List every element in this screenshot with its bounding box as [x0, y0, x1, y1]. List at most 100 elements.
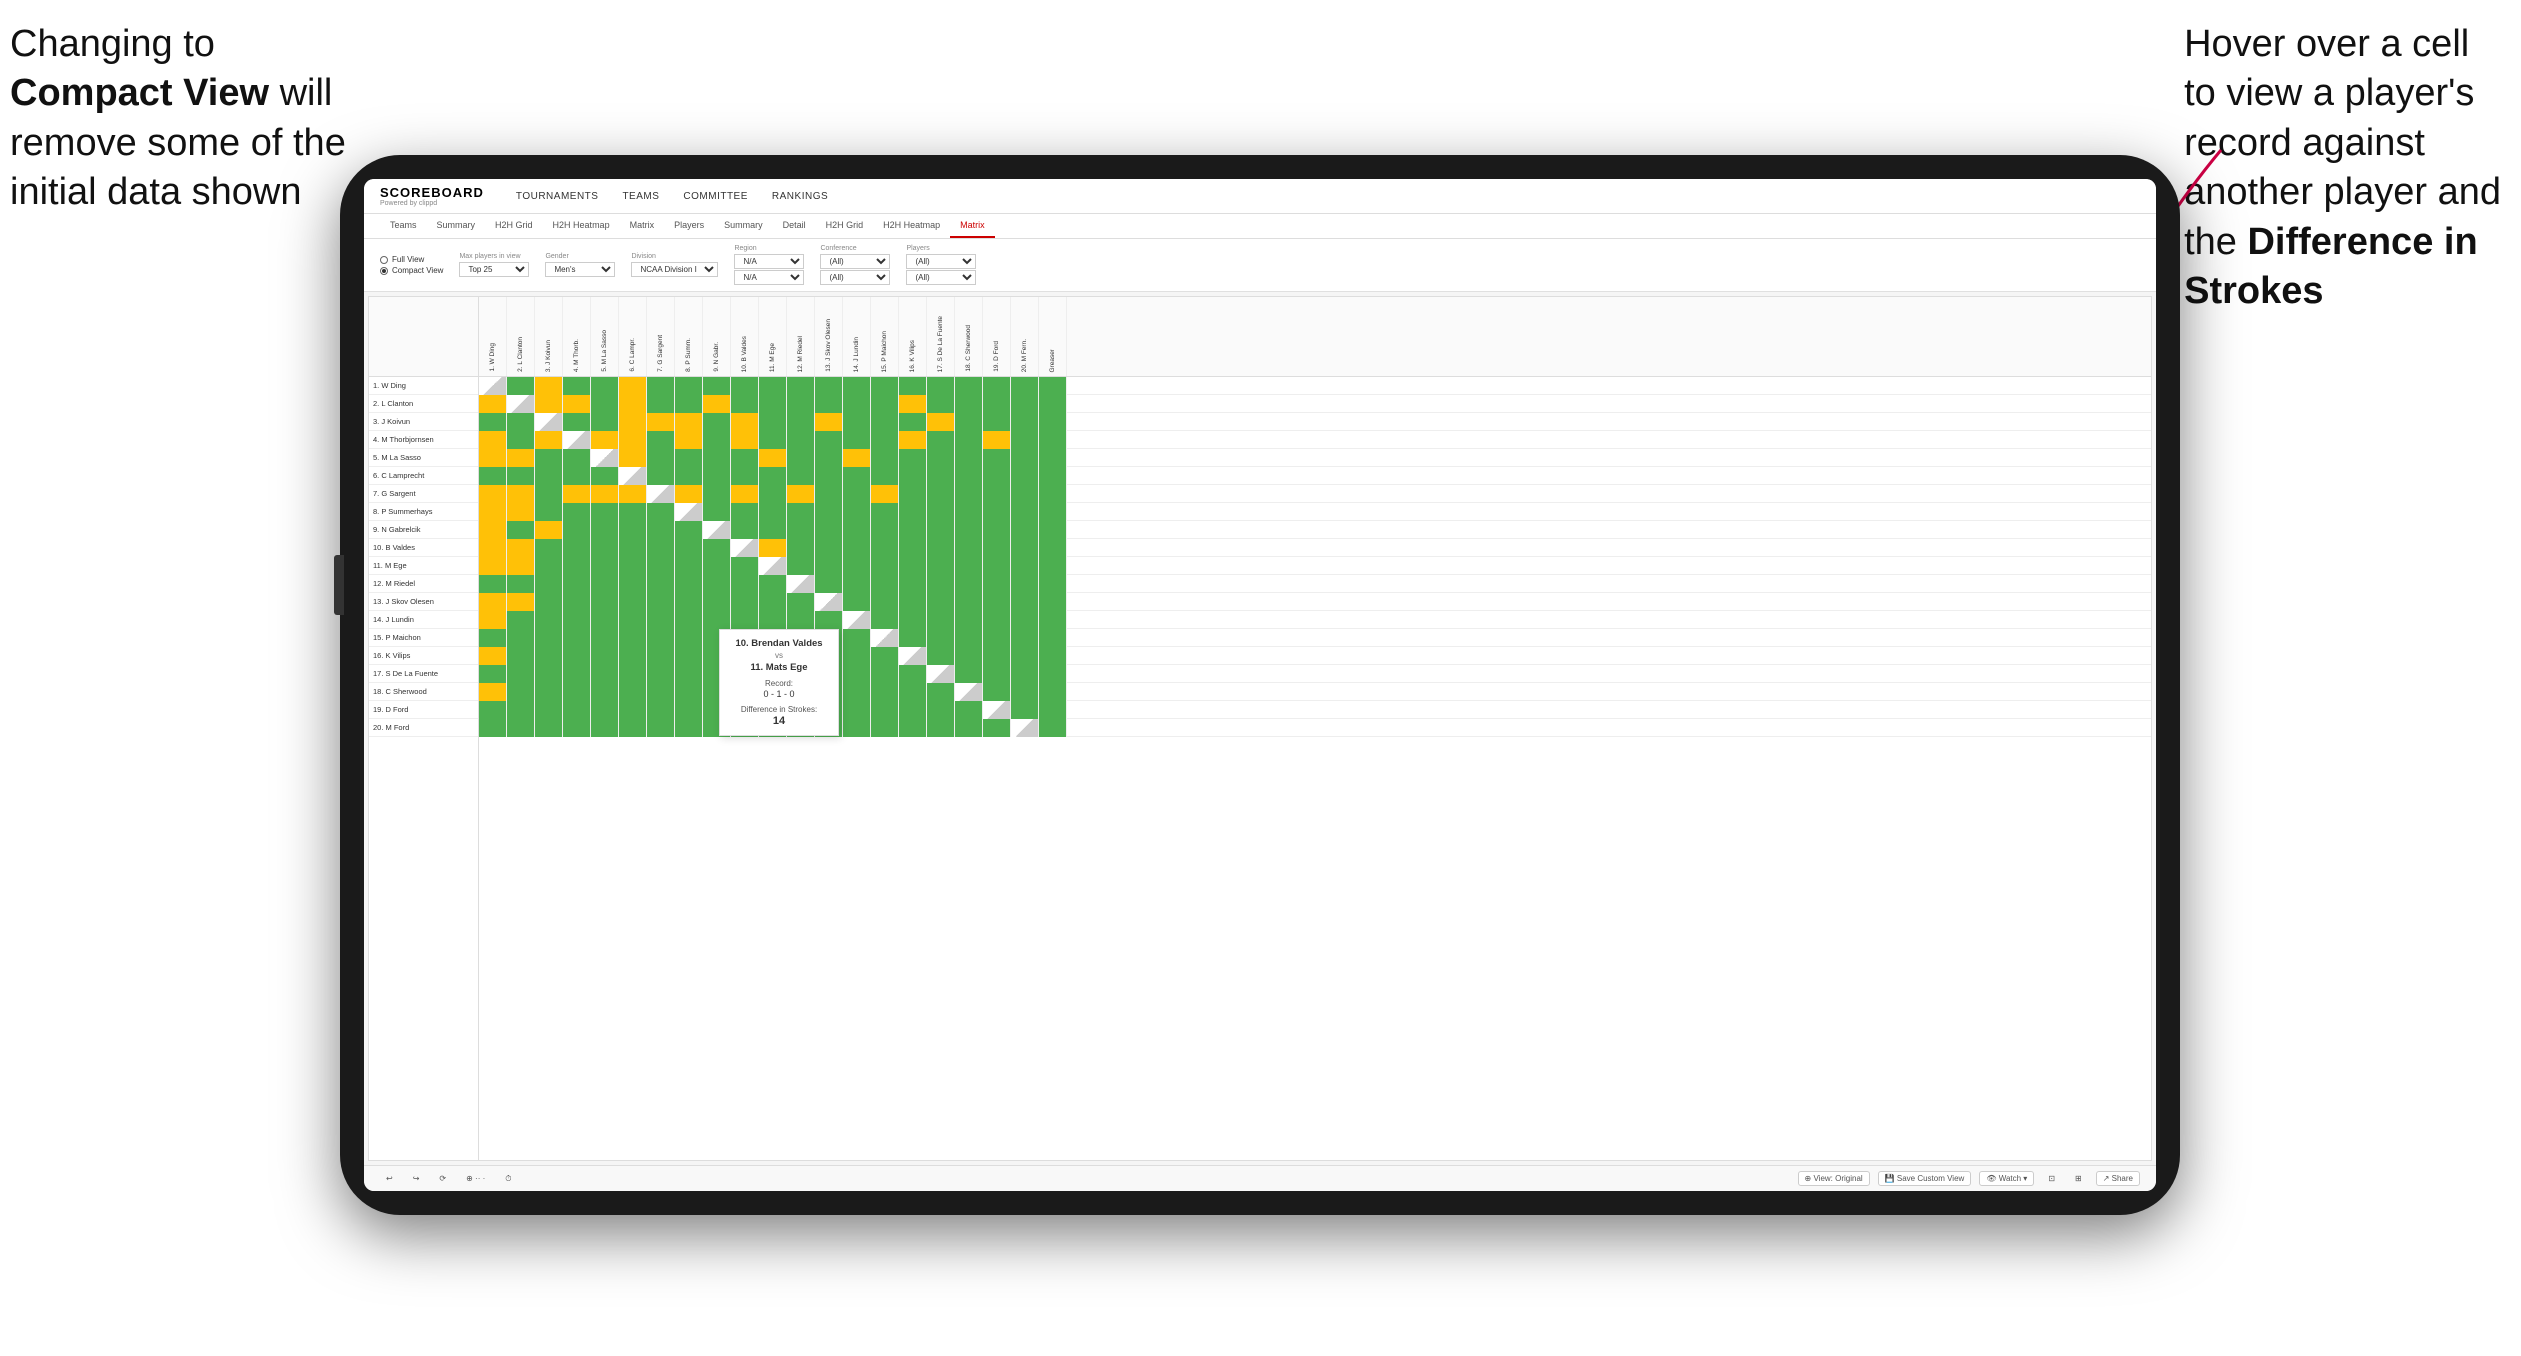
grid-cell[interactable] — [843, 665, 871, 683]
grid-cell[interactable] — [787, 521, 815, 539]
grid-cell[interactable] — [479, 629, 507, 647]
grid-cell[interactable] — [535, 485, 563, 503]
grid-cell[interactable] — [1011, 485, 1039, 503]
grid-cell[interactable] — [843, 521, 871, 539]
grid-cell[interactable] — [927, 431, 955, 449]
grid-cell[interactable] — [647, 629, 675, 647]
grid-cell[interactable] — [871, 593, 899, 611]
grid-cell[interactable] — [563, 521, 591, 539]
grid-cell[interactable] — [871, 395, 899, 413]
grid-cell[interactable] — [563, 539, 591, 557]
radio-full-view[interactable]: Full View — [380, 255, 443, 264]
tab-matrix-1[interactable]: Matrix — [620, 214, 665, 238]
tab-teams[interactable]: Teams — [380, 214, 427, 238]
grid-cell[interactable] — [647, 683, 675, 701]
grid-cell[interactable] — [983, 557, 1011, 575]
grid-cell[interactable] — [787, 395, 815, 413]
grid-cell[interactable] — [899, 413, 927, 431]
grid-cell[interactable] — [647, 575, 675, 593]
grid-cell[interactable] — [899, 395, 927, 413]
grid-cell[interactable] — [507, 665, 535, 683]
grid-cell[interactable] — [983, 503, 1011, 521]
grid-cell[interactable] — [1039, 665, 1067, 683]
grid-cell[interactable] — [647, 431, 675, 449]
grid-cell[interactable] — [759, 539, 787, 557]
grid-cell[interactable] — [619, 701, 647, 719]
players-select-1[interactable]: (All) — [906, 254, 976, 269]
clock-btn[interactable]: ⏱ — [499, 1172, 517, 1186]
grid-cell[interactable] — [703, 503, 731, 521]
grid-cell[interactable] — [731, 503, 759, 521]
grid-cell[interactable] — [899, 683, 927, 701]
grid-cell[interactable] — [843, 557, 871, 575]
grid-cell[interactable] — [955, 683, 983, 701]
grid-cell[interactable] — [955, 467, 983, 485]
grid-cell[interactable] — [619, 467, 647, 485]
gender-select[interactable]: Men's — [545, 262, 615, 277]
grid-cell[interactable] — [815, 395, 843, 413]
grid-cell[interactable] — [479, 467, 507, 485]
grid-cell[interactable] — [815, 575, 843, 593]
grid-cell[interactable] — [647, 539, 675, 557]
grid-cell[interactable] — [1011, 701, 1039, 719]
grid-cell[interactable] — [647, 395, 675, 413]
grid-cell[interactable] — [1039, 701, 1067, 719]
grid-cell[interactable] — [759, 467, 787, 485]
grid-cell[interactable] — [1011, 539, 1039, 557]
grid-cell[interactable] — [843, 485, 871, 503]
grid-cell[interactable] — [955, 521, 983, 539]
watch-btn[interactable]: 👁 Watch ▾ — [1979, 1171, 2034, 1186]
grid-cell[interactable] — [591, 413, 619, 431]
grid-cell[interactable] — [507, 647, 535, 665]
grid-cell[interactable] — [843, 431, 871, 449]
grid-cell[interactable] — [927, 503, 955, 521]
grid-cell[interactable] — [507, 395, 535, 413]
grid-cell[interactable] — [1011, 521, 1039, 539]
grid-cell[interactable] — [815, 521, 843, 539]
grid-cell[interactable] — [899, 647, 927, 665]
grid-cell[interactable] — [1039, 503, 1067, 521]
grid-cell[interactable] — [619, 449, 647, 467]
grid-cell[interactable] — [507, 485, 535, 503]
grid-cell[interactable] — [787, 575, 815, 593]
grid-cell[interactable] — [563, 575, 591, 593]
grid-cell[interactable] — [619, 485, 647, 503]
grid-cell[interactable] — [815, 539, 843, 557]
grid-cell[interactable] — [983, 701, 1011, 719]
grid-cell[interactable] — [619, 575, 647, 593]
grid-cell[interactable] — [927, 539, 955, 557]
grid-cell[interactable] — [703, 521, 731, 539]
grid-cell[interactable] — [535, 521, 563, 539]
grid-cell[interactable] — [1011, 557, 1039, 575]
grid-cell[interactable] — [1011, 431, 1039, 449]
grid-cell[interactable] — [871, 431, 899, 449]
grid-cell[interactable] — [731, 557, 759, 575]
grid-cell[interactable] — [479, 665, 507, 683]
grid-cell[interactable] — [1039, 413, 1067, 431]
grid-cell[interactable] — [1039, 395, 1067, 413]
grid-cell[interactable] — [479, 719, 507, 737]
grid-cell[interactable] — [647, 485, 675, 503]
grid-cell[interactable] — [535, 413, 563, 431]
grid-cell[interactable] — [591, 467, 619, 485]
conference-select-2[interactable]: (All) — [820, 270, 890, 285]
grid-cell[interactable] — [871, 719, 899, 737]
grid-cell[interactable] — [507, 377, 535, 395]
grid-cell[interactable] — [647, 521, 675, 539]
save-custom-btn[interactable]: 💾 Save Custom View — [1878, 1171, 1972, 1186]
refresh-btn[interactable]: ⟳ — [433, 1172, 452, 1185]
grid-cell[interactable] — [787, 503, 815, 521]
grid-cell[interactable] — [787, 413, 815, 431]
grid-cell[interactable] — [927, 701, 955, 719]
grid-cell[interactable] — [507, 593, 535, 611]
grid-cell[interactable] — [899, 539, 927, 557]
grid-cell[interactable] — [703, 377, 731, 395]
grid-cell[interactable] — [619, 593, 647, 611]
grid-cell[interactable] — [927, 719, 955, 737]
grid-cell[interactable] — [591, 701, 619, 719]
grid-cell[interactable] — [563, 449, 591, 467]
grid-cell[interactable] — [535, 377, 563, 395]
grid-cell[interactable] — [507, 575, 535, 593]
grid-cell[interactable] — [871, 629, 899, 647]
grid-cell[interactable] — [983, 593, 1011, 611]
